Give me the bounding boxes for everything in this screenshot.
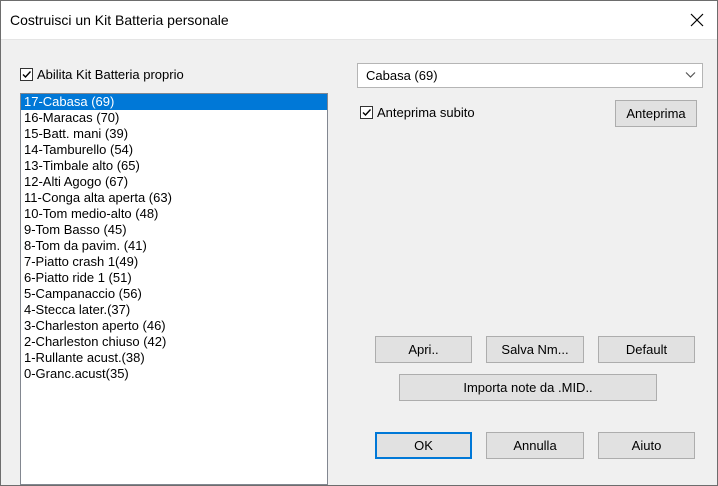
list-item[interactable]: 14-Tamburello (54) (21, 142, 327, 158)
close-button[interactable] (677, 1, 717, 39)
list-item[interactable]: 10-Tom medio-alto (48) (21, 206, 327, 222)
list-item[interactable]: 2-Charleston chiuso (42) (21, 334, 327, 350)
dialog-window: Costruisci un Kit Batteria personale Abi… (0, 0, 718, 486)
preview-button[interactable]: Anteprima (615, 100, 697, 127)
default-button[interactable]: Default (598, 336, 695, 363)
list-item[interactable]: 8-Tom da pavim. (41) (21, 238, 327, 254)
instrument-select[interactable]: Cabasa (69) (357, 63, 703, 88)
checkmark-icon (22, 71, 32, 79)
close-icon (690, 13, 704, 27)
list-item[interactable]: 9-Tom Basso (45) (21, 222, 327, 238)
list-item[interactable]: 15-Batt. mani (39) (21, 126, 327, 142)
list-item[interactable]: 5-Campanaccio (56) (21, 286, 327, 302)
instrument-select-value: Cabasa (69) (366, 68, 438, 83)
list-item[interactable]: 11-Conga alta aperta (63) (21, 190, 327, 206)
drum-instrument-list[interactable]: 17-Cabasa (69) 16-Maracas (70) 15-Batt. ma… (20, 93, 328, 485)
ok-button[interactable]: OK (375, 432, 472, 459)
dialog-title: Costruisci un Kit Batteria personale (10, 12, 229, 28)
list-item[interactable]: 4-Stecca later.(37) (21, 302, 327, 318)
save-as-button[interactable]: Salva Nm... (486, 336, 584, 363)
import-midi-button[interactable]: Importa note da .MID.. (399, 374, 657, 401)
preview-now-label: Anteprima subito (377, 105, 475, 120)
checkmark-icon (362, 109, 372, 117)
enable-custom-kit-checkbox[interactable]: Abilita Kit Batteria proprio (20, 67, 184, 82)
chevron-down-icon (685, 72, 696, 78)
list-item[interactable]: 3-Charleston aperto (46) (21, 318, 327, 334)
list-item[interactable]: 0-Granc.acust(35) (21, 366, 327, 382)
open-button[interactable]: Apri.. (375, 336, 472, 363)
list-item[interactable]: 6-Piatto ride 1 (51) (21, 270, 327, 286)
list-item[interactable]: 16-Maracas (70) (21, 110, 327, 126)
help-button[interactable]: Aiuto (598, 432, 695, 459)
enable-custom-kit-label: Abilita Kit Batteria proprio (37, 67, 184, 82)
list-item[interactable]: 7-Piatto crash 1(49) (21, 254, 327, 270)
list-item[interactable]: 1-Rullante acust.(38) (21, 350, 327, 366)
title-bar: Costruisci un Kit Batteria personale (1, 1, 717, 40)
list-item[interactable]: 12-Alti Agogo (67) (21, 174, 327, 190)
list-item[interactable]: 13-Timbale alto (65) (21, 158, 327, 174)
cancel-button[interactable]: Annulla (486, 432, 584, 459)
enable-custom-kit-box (20, 68, 33, 81)
preview-now-checkbox[interactable]: Anteprima subito (360, 105, 475, 120)
preview-now-box (360, 106, 373, 119)
list-item[interactable]: 17-Cabasa (69) (21, 94, 327, 110)
